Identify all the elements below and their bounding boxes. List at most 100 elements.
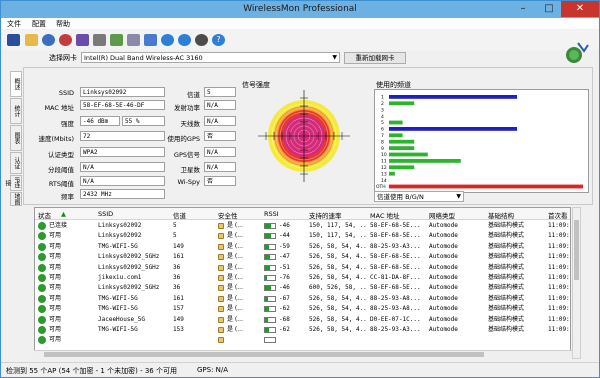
scroll-thumb[interactable] xyxy=(574,220,579,280)
settings-icon[interactable] xyxy=(127,34,140,46)
open-icon[interactable] xyxy=(25,34,38,46)
tab-overview[interactable]: 概述 xyxy=(10,71,22,97)
cell-first: 11:09: xyxy=(548,305,570,313)
col-network-type[interactable]: 网络类型 xyxy=(429,210,455,220)
forward-icon[interactable] xyxy=(178,34,191,46)
cell-sec: 是 (... xyxy=(227,315,243,323)
tab-statistics[interactable]: 统计 xyxy=(10,98,22,124)
status-dot-icon xyxy=(38,326,46,334)
cell-first: 11:09: xyxy=(548,232,570,240)
toolbar: ? xyxy=(1,30,599,50)
network-icon[interactable] xyxy=(195,34,208,46)
menu-help[interactable]: 帮助 xyxy=(56,19,70,29)
table-row[interactable]: 可用 Linksys02092_5GHz 36 是 (... -46 600, 526, … xyxy=(35,283,570,293)
title-bar[interactable]: WirelessMon Professional – □ ✕ xyxy=(1,1,599,18)
cell-ch: 36 xyxy=(173,284,181,292)
gps-signal-label: GPS信号 xyxy=(173,151,200,159)
col-rates[interactable]: 支持的速率 xyxy=(309,210,342,220)
horizontal-scrollbar[interactable] xyxy=(34,350,572,359)
channel-label: OTH xyxy=(376,184,386,190)
cell-type: Automode xyxy=(429,253,458,261)
table-row[interactable]: 可用 TMG-WIFI-5G 161 是 (... -67 526, 58, 54, 4.… xyxy=(35,294,570,304)
help-icon[interactable]: ? xyxy=(212,34,225,46)
reload-adapter-button[interactable]: 重新加载网卡 xyxy=(344,52,406,64)
table-row[interactable]: 可用 TMG-WIFI-5G 149 是 (... -59 526, 58, 54, 4.… xyxy=(35,242,570,252)
mac-label: MAC 地址 xyxy=(44,104,74,112)
channel-bar xyxy=(389,101,415,106)
vertical-scrollbar[interactable] xyxy=(572,207,581,359)
monitor-icon[interactable] xyxy=(76,34,89,46)
status-dot-icon xyxy=(38,336,46,345)
channel-bar xyxy=(389,152,428,157)
col-ssid[interactable]: SSID xyxy=(98,210,113,218)
rssi-bar xyxy=(264,264,276,271)
close-button[interactable]: ✕ xyxy=(561,1,599,17)
gps-signal-value: N/A xyxy=(204,147,236,157)
status-dot-icon xyxy=(38,242,46,251)
cell-rssi: -46 xyxy=(279,284,290,292)
table-row[interactable]: 可用 Linksys02092 5 是 (... -44 150, 117, 54, ..… xyxy=(35,231,570,241)
table-row[interactable]: 已连接 Linksys02092 5 是 (... -46 150, 117, 54, .… xyxy=(35,221,570,231)
strength-label: 强度 xyxy=(61,120,74,128)
table-row[interactable]: 可用 xyxy=(35,335,570,345)
channel-band-select[interactable]: 信道使用 B/G/N ▼ xyxy=(374,191,464,202)
col-first-seen[interactable]: 首次看 xyxy=(548,210,568,220)
menu-config[interactable]: 配置 xyxy=(32,19,46,29)
col-status[interactable]: 状态 xyxy=(38,210,51,220)
tab-ip[interactable]: IP连接 xyxy=(4,175,22,191)
table-row[interactable]: 可用 TMG-WIFI-5G 153 是 (... -62 526, 58, 54, 4.… xyxy=(35,325,570,335)
col-mac[interactable]: MAC 地址 xyxy=(370,210,400,220)
tab-map[interactable]: 地图 xyxy=(10,192,22,206)
maximize-button[interactable]: □ xyxy=(537,1,561,17)
cell-ch: 153 xyxy=(173,326,184,333)
col-security[interactable]: 安全性 xyxy=(218,210,238,220)
globe-icon[interactable] xyxy=(42,34,55,46)
cell-sec: 是 (... xyxy=(227,294,243,302)
table-row[interactable]: 可用 Linksys02092_5GHz 36 是 (... -51 526, 58, 5… xyxy=(35,263,570,273)
col-rssi[interactable]: RSSI xyxy=(264,210,279,218)
lock-icon xyxy=(218,285,224,292)
table-row[interactable]: 可用 TMG-WIFI-5G 157 是 (... -62 526, 58, 54, 4.… xyxy=(35,304,570,314)
hscroll-thumb[interactable] xyxy=(44,352,484,357)
cell-mac: 88-25-93-A8... xyxy=(370,305,421,313)
channels-chart-svg: 1234567891011121314OTH xyxy=(376,95,583,190)
tab-auth[interactable]: 认证 xyxy=(10,152,22,174)
cell-mac: CC-81-DA-8F... xyxy=(370,274,421,281)
channel-label: 9 xyxy=(381,146,384,152)
cell-infra: 基础结构模式 xyxy=(488,253,525,261)
vertical-tabs: 概述 统计 图表 认证 IP连接 地图 xyxy=(4,71,23,206)
print-icon[interactable] xyxy=(93,34,106,46)
cell-first: 11:09: xyxy=(548,263,570,271)
checklist-icon[interactable] xyxy=(144,34,157,46)
cell-first: 11:09: xyxy=(548,242,570,250)
cell-rssi: -62 xyxy=(279,305,290,313)
cell-infra: 基础结构模式 xyxy=(488,284,525,292)
save-icon[interactable] xyxy=(7,34,20,46)
rssi-bar xyxy=(264,233,276,240)
cell-rssi: -76 xyxy=(279,274,290,281)
table-row[interactable]: 可用 jikexiu.com1 36 是 (... -76 526, 58, 54, 4.… xyxy=(35,273,570,283)
cell-rates: 526, 58, 54, 4... xyxy=(309,263,367,271)
table-row[interactable]: 可用 JaceeHouse_5G 149 是 (... -68 526, 58, 54, … xyxy=(35,315,570,325)
sort-up-icon[interactable]: ▲ xyxy=(61,210,66,218)
cell-first: 11:09: xyxy=(548,253,570,261)
back-icon[interactable] xyxy=(161,34,174,46)
table-row[interactable]: 可用 Linksys02092_5GHz 161 是 (... -47 526, 58, … xyxy=(35,252,570,262)
minimize-button[interactable]: – xyxy=(511,1,535,17)
status-dot-icon xyxy=(38,294,46,303)
gps-icon[interactable] xyxy=(59,34,72,46)
col-channel[interactable]: 信道 xyxy=(173,210,186,220)
rts-label: RTS阈值 xyxy=(48,180,74,188)
adapter-select[interactable]: Intel(R) Dual Band Wireless-AC 3160 ▼ xyxy=(81,52,340,63)
col-infrastructure[interactable]: 基础结构 xyxy=(488,210,514,220)
wispy-label: Wi-Spy xyxy=(177,178,200,186)
channel-label: 12 xyxy=(381,165,387,171)
tab-graph[interactable]: 图表 xyxy=(10,125,22,151)
channel-label: 13 xyxy=(381,171,387,177)
cell-infra: 基础结构模式 xyxy=(488,326,525,333)
bar-chart-icon[interactable] xyxy=(110,34,123,46)
ap-table: 状态 ▲ SSID 信道 安全性 RSSI 支持的速率 MAC 地址 网络类型 … xyxy=(34,207,571,359)
channels-chart: 1 2 3 4 5 6 7 8 9 10 11 12 13 14 OTH xyxy=(374,89,589,193)
menu-file[interactable]: 文件 xyxy=(7,19,21,29)
cell-infra: 基础结构模式 xyxy=(488,294,525,302)
